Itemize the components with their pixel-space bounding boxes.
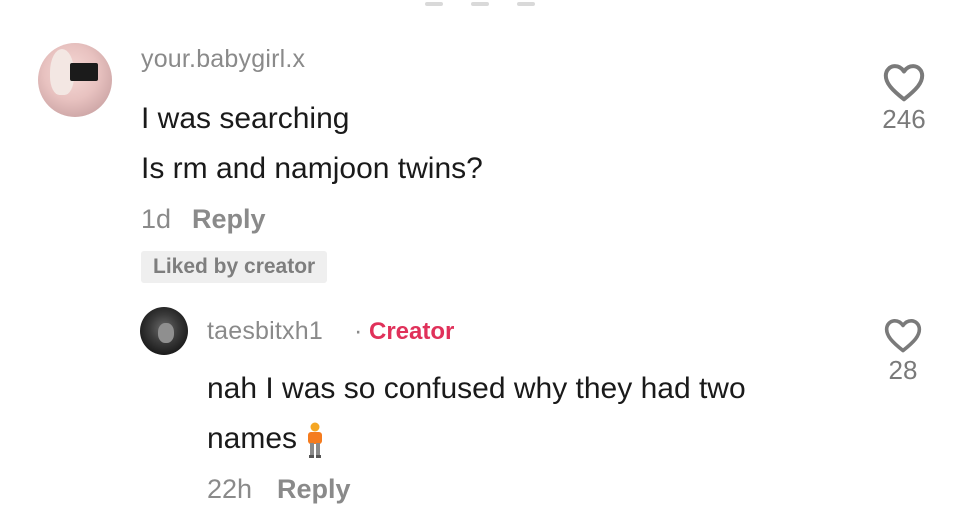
reply-timestamp: 22h	[207, 474, 253, 504]
reply-button[interactable]: Reply	[277, 474, 351, 505]
reply-username[interactable]: taesbitxh1	[207, 317, 323, 346]
avatar-taesbitxh1[interactable]	[140, 307, 188, 355]
comment-username[interactable]: your.babygirl.x	[141, 45, 305, 74]
heart-outline-icon	[884, 318, 922, 353]
heart-outline-icon	[883, 64, 925, 102]
liked-by-creator-badge: Liked by creator	[141, 251, 328, 283]
reply-text-line-1: nah I was so confused why they had two	[207, 372, 746, 405]
comment-text-line-2: Is rm and namjoon twins?	[141, 152, 483, 185]
separator-dot: ·	[354, 317, 363, 345]
like-count: 246	[882, 104, 926, 134]
like-count: 28	[888, 355, 918, 385]
reply-text-line-2: names	[207, 422, 298, 455]
comment-timestamp: 1d	[141, 204, 172, 234]
previous-comment-remnant	[0, 0, 960, 14]
reply-button[interactable]: Reply	[192, 204, 266, 235]
person-standing-emoji	[308, 422, 323, 459]
like-button[interactable]: 28	[870, 317, 936, 386]
reply-text-line-2-wrap: names	[207, 414, 325, 464]
like-button[interactable]: 246	[868, 62, 940, 135]
comment-text-line-1: I was searching	[141, 102, 350, 135]
creator-label: Creator	[369, 318, 455, 345]
avatar-your-babygirl[interactable]	[38, 43, 112, 117]
